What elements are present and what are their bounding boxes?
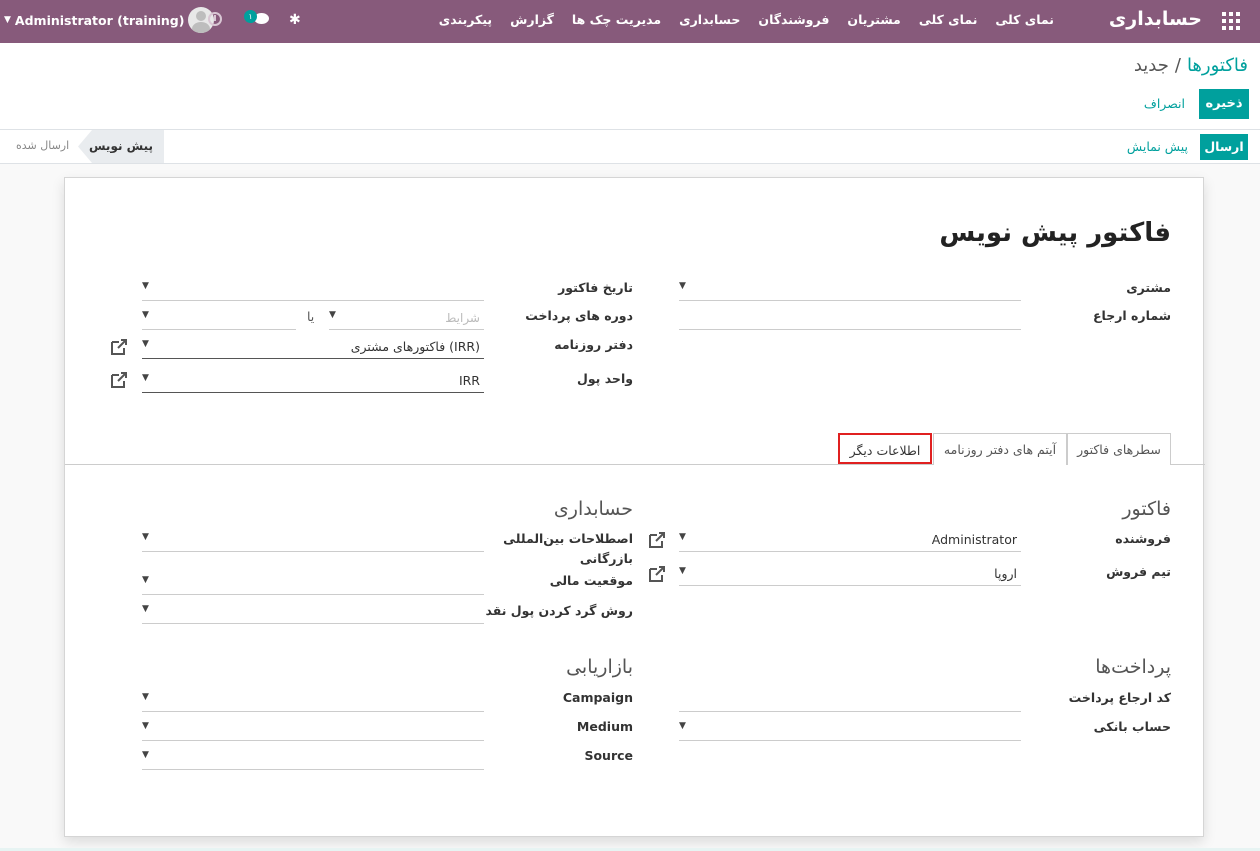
status-stage-draft[interactable]: پیش نویس [78, 130, 164, 163]
dropdown-caret-icon: ▼ [679, 566, 686, 576]
journal-value: فاکتورهای مشتری (IRR) [350, 339, 480, 354]
payment-terms-field[interactable]: ▼ شرایط [329, 306, 484, 330]
campaign-label: Campaign [562, 690, 633, 705]
invoice-date-label: تاریخ فاکتور [558, 280, 633, 295]
dropdown-caret-icon: ▼ [679, 532, 686, 542]
tab-other-info[interactable]: اطلاعات دیگر [838, 433, 932, 464]
journal-field[interactable]: ▼ فاکتورهای مشتری (IRR) [142, 335, 484, 359]
invoice-date-field[interactable]: ▼ [142, 277, 484, 301]
external-link-icon[interactable] [109, 371, 129, 389]
top-navbar: حسابداری نمای کلی نمای کلی مشتریان فروشن… [0, 0, 1260, 43]
cash-rounding-label: روش گرد کردن پول نقد [485, 603, 634, 618]
chat-count-badge: ۱ [244, 10, 257, 23]
bank-account-label: حساب بانکی [1093, 719, 1171, 734]
payment-terms-label: دوره های پرداخت [525, 308, 633, 323]
main-menu: نمای کلی نمای کلی مشتریان فروشندگان حساب… [439, 12, 1054, 27]
external-link-icon[interactable] [109, 338, 129, 356]
salesperson-label: فروشنده [1115, 531, 1171, 546]
breadcrumb-current: جدید [1133, 55, 1169, 76]
customer-label: مشتری [1126, 280, 1171, 295]
dropdown-caret-icon: ▼ [329, 310, 336, 320]
external-link-icon[interactable] [647, 565, 667, 583]
source-label: Source [584, 748, 633, 763]
menu-item-overview[interactable]: نمای کلی [995, 12, 1054, 27]
breadcrumb-separator: / [1174, 55, 1181, 76]
dropdown-caret-icon: ▼ [142, 750, 149, 760]
external-link-icon[interactable] [647, 531, 667, 549]
debug-bug-icon[interactable]: ✱ [289, 12, 301, 28]
menu-item-checks[interactable]: مدیریت چک ها [572, 12, 661, 27]
accounting-section-title: حسابداری [553, 498, 633, 520]
menu-item-configuration[interactable]: پیکربندی [439, 12, 492, 27]
customer-field[interactable]: ▼ [679, 277, 1021, 301]
medium-field[interactable]: ▼ [142, 717, 484, 741]
sales-team-value: اروپا [994, 566, 1017, 581]
currency-value: IRR [458, 373, 480, 388]
dropdown-caret-icon: ▼ [142, 721, 149, 731]
journal-label: دفتر روزنامه [554, 337, 633, 352]
menu-item-overview-2[interactable]: نمای کلی [919, 12, 978, 27]
preview-button[interactable]: پیش نمایش [1127, 139, 1188, 154]
payment-terms-placeholder: شرایط [445, 311, 480, 325]
messaging-menu[interactable]: ۱ [244, 10, 270, 30]
payment-reference-label: کد ارجاع پرداخت [1068, 690, 1171, 705]
bank-account-field[interactable]: ▼ [679, 717, 1021, 741]
dropdown-caret-icon: ▼ [142, 604, 149, 614]
activity-clock-icon[interactable] [208, 12, 222, 26]
dropdown-caret-icon: ▼ [142, 281, 149, 291]
fiscal-position-field[interactable]: ▼ [142, 571, 484, 595]
tab-invoice-lines[interactable]: سطرهای فاکتور [1067, 433, 1171, 465]
form-tabs: سطرهای فاکتور آیتم های دفتر روزنامه اطلا… [65, 432, 1205, 465]
incoterm-field[interactable]: ▼ [142, 528, 484, 552]
status-bar: ارسال پیش نمایش پیش نویس ارسال شده [0, 130, 1260, 164]
marketing-section-title: بازاریابی [566, 656, 633, 678]
breadcrumb: فاکتورها / جدید [1134, 55, 1248, 76]
currency-field[interactable]: ▼ IRR [142, 369, 484, 393]
dropdown-caret-icon: ▼ [142, 692, 149, 702]
discard-button[interactable]: انصراف [1144, 96, 1185, 111]
menu-item-vendors[interactable]: فروشندگان [758, 12, 829, 27]
dropdown-caret-icon: ▼ [142, 339, 149, 349]
apps-menu-icon[interactable] [1222, 12, 1240, 30]
dropdown-caret-icon: ▼ [142, 373, 149, 383]
salesperson-field[interactable]: ▼ Administrator [679, 528, 1021, 552]
payment-due-date-field[interactable]: ▼ [142, 306, 296, 330]
menu-item-reporting[interactable]: گزارش [510, 12, 554, 27]
dropdown-caret-icon: ▼ [142, 575, 149, 585]
dropdown-caret-icon: ▼ [679, 721, 686, 731]
save-button[interactable]: ذخیره [1199, 89, 1249, 119]
cash-rounding-field[interactable]: ▼ [142, 600, 484, 624]
source-field[interactable]: ▼ [142, 746, 484, 770]
sales-team-label: تیم فروش [1106, 564, 1171, 579]
status-stage-sent[interactable]: ارسال شده [16, 139, 69, 152]
tab-journal-items[interactable]: آیتم های دفتر روزنامه [933, 433, 1067, 465]
or-label: یا [307, 309, 315, 324]
reference-label: شماره ارجاع [1092, 308, 1171, 323]
incoterm-label-line2: بازرگانی [579, 551, 633, 566]
dropdown-caret-icon: ▼ [142, 532, 149, 542]
currency-label: واحد پول [576, 371, 633, 386]
user-name: Administrator (training) [14, 12, 185, 28]
payments-section-title: پرداخت‌ها [1095, 656, 1171, 678]
salesperson-value: Administrator [931, 532, 1017, 547]
app-brand[interactable]: حسابداری [1109, 8, 1202, 30]
breadcrumb-invoices[interactable]: فاکتورها [1187, 55, 1248, 76]
send-button[interactable]: ارسال [1200, 134, 1248, 160]
incoterm-label: اصطلاحات بین‌المللی [503, 531, 633, 546]
medium-label: Medium [576, 719, 633, 734]
form-title: فاکتور پیش نویس [939, 218, 1171, 248]
reference-input[interactable] [679, 306, 1021, 330]
user-menu[interactable]: ▼ Administrator (training) [4, 7, 215, 33]
payment-reference-input[interactable] [679, 688, 1021, 712]
campaign-field[interactable]: ▼ [142, 688, 484, 712]
sales-team-field[interactable]: ▼ اروپا [679, 562, 1021, 586]
dropdown-caret-icon: ▼ [142, 310, 149, 320]
menu-item-customers[interactable]: مشتریان [847, 12, 900, 27]
caret-down-icon: ▼ [4, 15, 11, 25]
menu-item-accounting[interactable]: حسابداری [679, 12, 740, 27]
invoice-form-sheet: فاکتور پیش نویس مشتری ▼ شماره ارجاع تاری… [64, 177, 1205, 837]
dropdown-caret-icon: ▼ [679, 281, 686, 291]
fiscal-position-label: موقعیت مالی [549, 573, 633, 588]
invoice-section-title: فاکتور [1122, 498, 1171, 520]
